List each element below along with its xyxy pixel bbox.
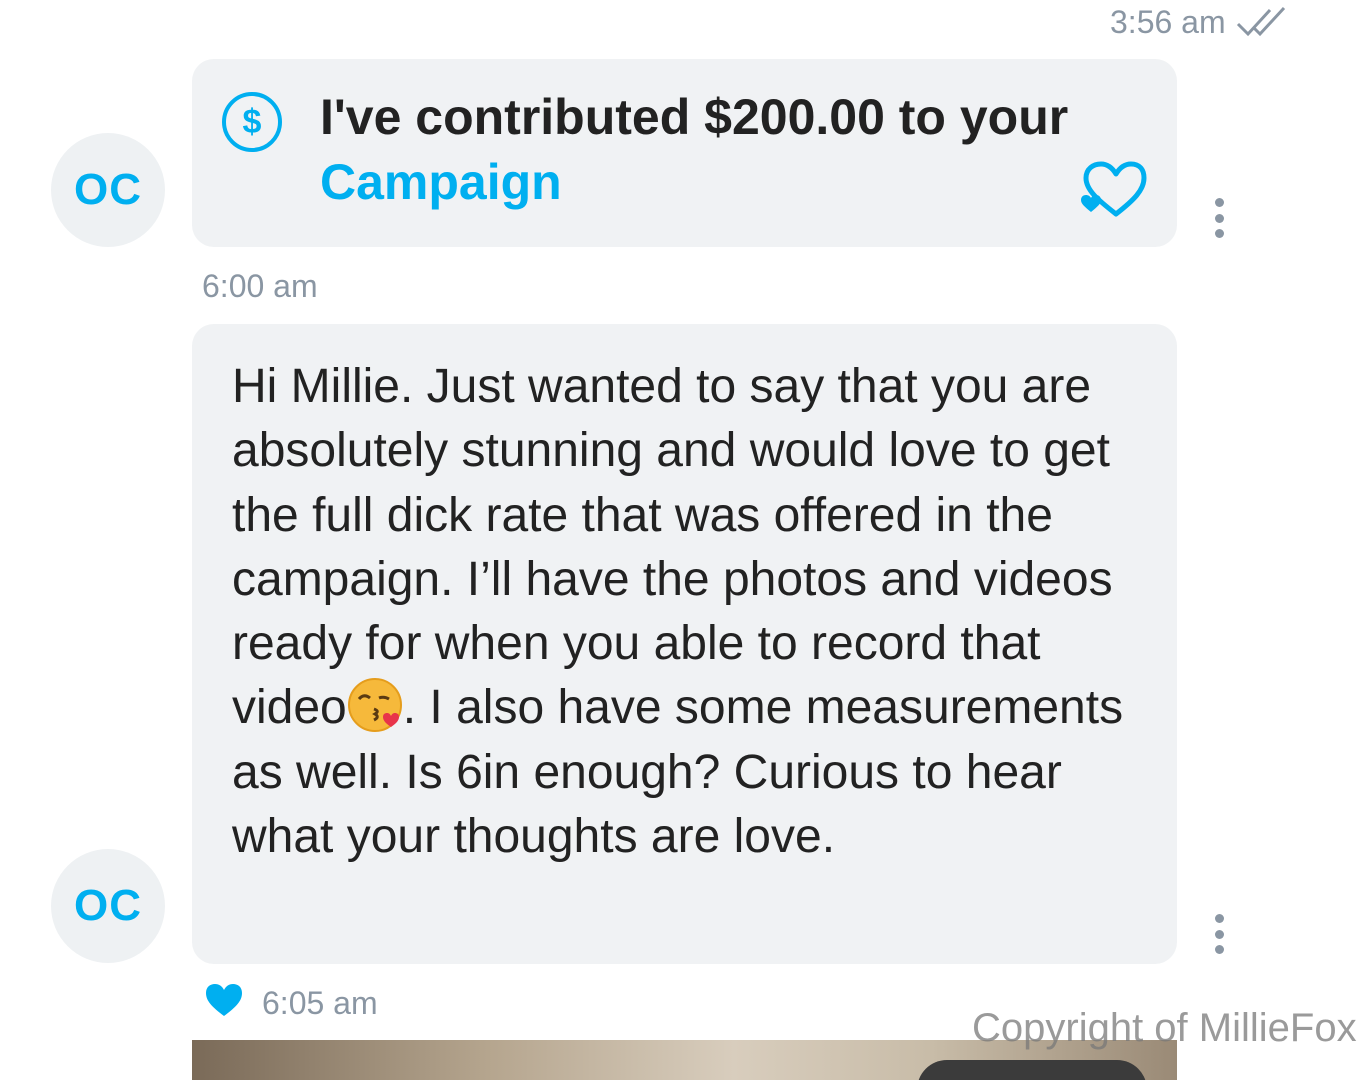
dollar-circle-icon: $: [222, 92, 282, 152]
tip-message-text: I've contributed $200.00 to your: [320, 89, 1069, 145]
campaign-link[interactable]: Campaign: [320, 153, 562, 211]
avatar-initials: OC: [74, 881, 142, 930]
double-check-icon: [1236, 6, 1285, 37]
message-time-read: 3:56 am: [1110, 2, 1310, 42]
heart-outline-icon[interactable]: [1078, 160, 1148, 218]
message-options-button[interactable]: [1210, 914, 1228, 954]
watermark-text: Copyright of MillieFox: [972, 1006, 1357, 1050]
message-time: 6:05 am: [262, 985, 378, 1021]
avatar[interactable]: OC: [51, 849, 165, 963]
avatar[interactable]: OC: [51, 133, 165, 247]
face-blowing-kiss-icon: [347, 678, 402, 733]
message-time-label: 3:56 am: [1110, 3, 1226, 40]
media-overlay: [917, 1060, 1147, 1080]
message-text: Hi Millie. Just wanted to say that you a…: [232, 355, 1147, 869]
heart-filled-icon[interactable]: [204, 982, 244, 1018]
message-options-button[interactable]: [1210, 198, 1228, 238]
avatar-initials: OC: [74, 165, 142, 214]
message-time: 6:00 am: [202, 268, 318, 304]
